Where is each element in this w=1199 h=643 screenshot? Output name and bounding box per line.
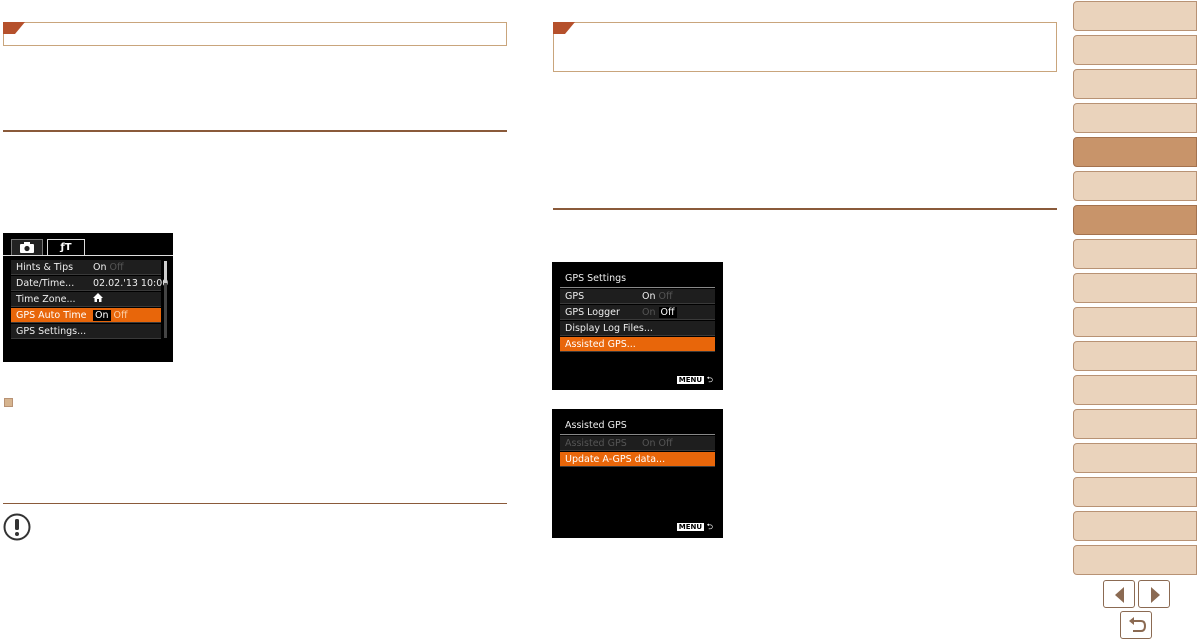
next-page-button[interactable] <box>1138 580 1170 608</box>
sidebar-tab-5[interactable] <box>1073 137 1197 167</box>
menu-row-assisted-gps-toggle: Assisted GPS On Off <box>560 436 715 451</box>
sidebar-tab-7[interactable] <box>1073 205 1197 235</box>
sidebar-tab-9[interactable] <box>1073 273 1197 303</box>
gps-settings-screen: GPS Settings GPS On Off GPS Logger On Of… <box>552 262 723 390</box>
divider <box>553 208 1057 210</box>
sidebar-tab-15[interactable] <box>1073 477 1197 507</box>
menu-row-update-agps[interactable]: Update A-GPS data... <box>560 452 715 467</box>
sidebar-tab-10[interactable] <box>1073 307 1197 337</box>
menu-row-display-log[interactable]: Display Log Files... <box>560 321 715 336</box>
menu-row-assisted-gps[interactable]: Assisted GPS... <box>560 337 715 352</box>
sidebar-tab-6[interactable] <box>1073 171 1197 201</box>
manual-page: ƒT Hints & Tips On Off Date/Time... 02.0… <box>0 0 1199 643</box>
section-header-right <box>553 22 1057 72</box>
sidebar-tab-1[interactable] <box>1073 1 1197 31</box>
return-icon: ⮌ <box>706 375 713 384</box>
screen-title: GPS Settings <box>565 273 627 284</box>
menu-row-gps-logger[interactable]: GPS Logger On Off <box>560 305 715 320</box>
divider <box>3 503 507 504</box>
screen-title: Assisted GPS <box>565 420 627 431</box>
menu-row-timezone[interactable]: Time Zone... <box>11 292 161 307</box>
assisted-gps-screen: Assisted GPS Assisted GPS On Off Update … <box>552 409 723 538</box>
wrench-icon: ƒT <box>60 242 72 253</box>
note-bullet <box>4 398 13 407</box>
sidebar-tab-17[interactable] <box>1073 545 1197 575</box>
camera-menu-screen: ƒT Hints & Tips On Off Date/Time... 02.0… <box>3 233 173 362</box>
arrow-left-icon <box>1115 587 1124 603</box>
tab-camera[interactable] <box>11 239 43 255</box>
menu-back-hint: MENU ⮌ <box>676 375 713 384</box>
prev-page-button[interactable] <box>1103 580 1135 608</box>
divider <box>3 130 507 132</box>
tab-settings[interactable]: ƒT <box>47 239 85 255</box>
arrow-right-icon <box>1151 587 1160 603</box>
return-icon: ⮌ <box>706 522 713 531</box>
menu-row-datetime[interactable]: Date/Time... 02.02.'13 10:00 <box>11 276 168 291</box>
menu-row-gps-settings[interactable]: GPS Settings... <box>11 324 161 339</box>
sidebar-tab-8[interactable] <box>1073 239 1197 269</box>
section-header-left <box>3 22 507 46</box>
exclamation-icon <box>3 513 31 541</box>
home-icon <box>93 293 103 302</box>
sidebar-tab-11[interactable] <box>1073 341 1197 371</box>
return-icon <box>1129 617 1147 632</box>
menu-row-gps[interactable]: GPS On Off <box>560 289 715 304</box>
sidebar-tab-16[interactable] <box>1073 511 1197 541</box>
sidebar-tab-2[interactable] <box>1073 35 1197 65</box>
sidebar-tab-3[interactable] <box>1073 69 1197 99</box>
menu-row-gps-auto-time[interactable]: GPS Auto Time On Off <box>11 308 161 323</box>
sidebar-tab-14[interactable] <box>1073 443 1197 473</box>
sidebar-tab-12[interactable] <box>1073 375 1197 405</box>
menu-row-hints[interactable]: Hints & Tips On Off <box>11 260 161 275</box>
sidebar-tab-13[interactable] <box>1073 409 1197 439</box>
scrollbar[interactable] <box>164 261 167 338</box>
camera-icon <box>20 242 34 253</box>
sidebar-tab-4[interactable] <box>1073 103 1197 133</box>
menu-back-hint: MENU ⮌ <box>676 522 713 531</box>
back-button[interactable] <box>1120 611 1152 639</box>
